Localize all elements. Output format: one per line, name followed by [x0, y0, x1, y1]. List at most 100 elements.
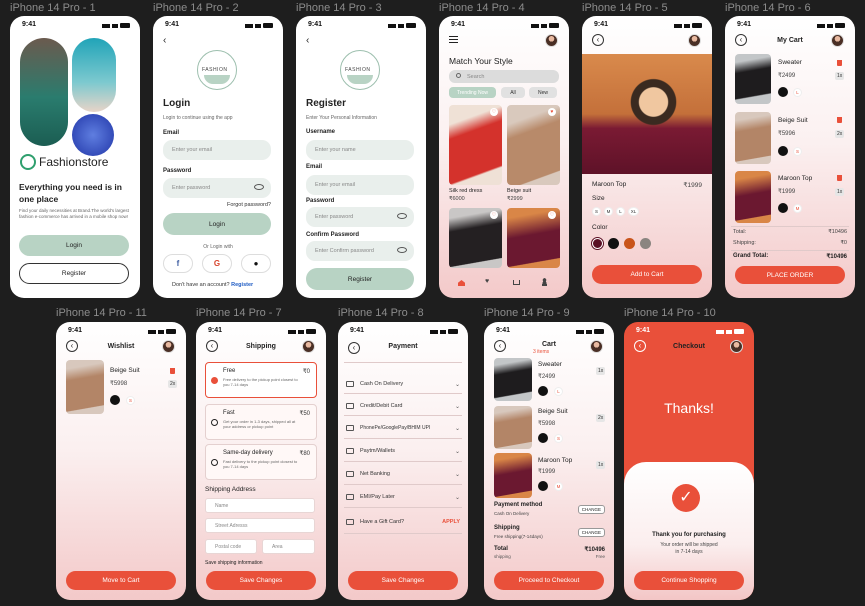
upi-icon	[346, 425, 354, 431]
avatar[interactable]	[302, 340, 315, 353]
profile-nav-icon[interactable]	[541, 278, 548, 286]
street-field[interactable]: Street Adresss	[205, 518, 315, 533]
radio-unselected[interactable]	[211, 419, 218, 426]
payment-option-card[interactable]: Credit/Debit Card ⌄	[346, 398, 460, 414]
back-chevron-icon[interactable]: ‹	[163, 35, 166, 46]
change-payment-button[interactable]: CHANGE	[577, 505, 605, 514]
avatar[interactable]	[590, 340, 603, 353]
size-label: Size	[592, 195, 605, 202]
eye-icon[interactable]	[397, 247, 407, 253]
radio-selected[interactable]	[211, 377, 218, 384]
password-field[interactable]: Enter password	[163, 178, 271, 198]
password-field[interactable]: Enter password	[306, 207, 414, 227]
login-submit-button[interactable]: Login	[163, 213, 271, 235]
eye-icon[interactable]	[397, 213, 407, 219]
cart-nav-icon[interactable]	[513, 280, 520, 285]
back-chevron-icon[interactable]: ‹	[306, 35, 309, 46]
apple-icon[interactable]: ●	[241, 254, 271, 273]
heart-icon[interactable]: ♥	[548, 108, 556, 116]
save-changes-button[interactable]: Save Changes	[206, 571, 316, 590]
google-icon[interactable]: G	[202, 254, 232, 273]
shipping-row: Shipping: ₹0	[733, 240, 847, 246]
change-shipping-button[interactable]: CHANGE	[577, 528, 605, 537]
avatar[interactable]	[831, 34, 844, 47]
radio-unselected[interactable]	[211, 459, 218, 466]
postal-code-field[interactable]: Postal code	[205, 539, 257, 554]
email-field[interactable]: Enter your email	[306, 175, 414, 195]
place-order-button[interactable]: PLACE ORDER	[735, 266, 845, 284]
payment-option-cod[interactable]: Cash On Delivery ⌄	[346, 376, 460, 392]
search-input[interactable]: Search	[449, 70, 559, 83]
payment-option-upi[interactable]: PhonePe/GooglePay/BHIM UPI ⌄	[346, 420, 460, 436]
cart-item-qty[interactable]: 1x	[835, 72, 845, 80]
delete-icon[interactable]	[837, 60, 842, 66]
apply-button[interactable]: APPLY	[442, 519, 460, 525]
login-button[interactable]: Login	[19, 235, 129, 256]
bank-icon	[346, 471, 354, 477]
facebook-icon[interactable]: f	[163, 254, 193, 273]
menu-icon[interactable]	[449, 36, 458, 43]
size-option[interactable]: L	[616, 207, 625, 216]
heart-icon[interactable]: ♡	[490, 108, 498, 116]
payment-option-netbanking[interactable]: Net Banking ⌄	[346, 466, 460, 482]
register-link[interactable]: Register	[231, 282, 253, 288]
brand-name: Fashionstore	[39, 155, 109, 169]
product-image-red-dress[interactable]	[449, 105, 502, 185]
avatar[interactable]	[162, 340, 175, 353]
size-option[interactable]: M	[604, 207, 613, 216]
wishlist-item-qty[interactable]: 2x	[168, 380, 178, 388]
cart-item-qty[interactable]: 2x	[835, 130, 845, 138]
avatar[interactable]	[545, 34, 558, 47]
shipping-option-fast[interactable]: Fast ₹50 Get your order in 1-3 days, shi…	[205, 404, 317, 440]
chip-new[interactable]: New	[529, 87, 557, 98]
color-swatch[interactable]	[591, 237, 604, 250]
heart-icon[interactable]: ♡	[548, 211, 556, 219]
cart-item-color	[538, 386, 548, 396]
add-to-cart-button[interactable]: Add to Cart	[592, 265, 702, 284]
payment-option-emi[interactable]: EMI/Pay Later ⌄	[346, 489, 460, 505]
chip-trending[interactable]: Trending Now	[449, 87, 496, 98]
forgot-password-link[interactable]: Forgot password?	[227, 202, 271, 208]
delete-icon[interactable]	[170, 368, 175, 374]
cart-item-qty[interactable]: 2x	[596, 414, 606, 422]
size-option[interactable]: S	[592, 207, 601, 216]
back-icon[interactable]: ‹	[592, 34, 604, 46]
total-value: ₹10496	[584, 547, 605, 553]
chip-all[interactable]: All	[501, 87, 525, 98]
frame-label-3: iPhone 14 Pro - 3	[296, 2, 382, 14]
heart-nav-icon[interactable]: ♥	[485, 278, 489, 285]
size-option[interactable]: XL	[628, 207, 639, 216]
cart-item-qty[interactable]: 1x	[835, 188, 845, 196]
gift-card-row[interactable]: Have a Gift Card? APPLY	[346, 514, 460, 530]
avatar[interactable]	[730, 340, 743, 353]
avatar[interactable]	[688, 34, 701, 47]
delete-icon[interactable]	[837, 175, 842, 181]
save-changes-button[interactable]: Save Changes	[348, 571, 458, 590]
delete-icon[interactable]	[837, 117, 842, 123]
cart-item-qty[interactable]: 1x	[596, 367, 606, 375]
email-field[interactable]: Enter your email	[163, 140, 271, 160]
area-field[interactable]: Area	[262, 539, 315, 554]
continue-shopping-button[interactable]: Continue Shopping	[634, 571, 744, 590]
eye-icon[interactable]	[254, 184, 264, 190]
color-swatch[interactable]	[640, 238, 651, 249]
shipping-option-free[interactable]: Free ₹0 Free delivery to the pickup poin…	[205, 362, 317, 398]
screen-onboarding: 9:41 Fashionstore Everything you need is…	[10, 16, 140, 298]
color-swatch[interactable]	[624, 238, 635, 249]
product-image-beige-suit[interactable]	[507, 105, 560, 185]
save-shipping-info[interactable]: Save shipping information	[205, 560, 263, 566]
register-submit-button[interactable]: Register	[306, 268, 414, 290]
confirm-password-field[interactable]: Enter Confirm password	[306, 241, 414, 261]
home-nav-icon[interactable]	[458, 280, 465, 286]
shipping-option-same-day[interactable]: Same-day delivery ₹80 Fast delivery to t…	[205, 444, 317, 480]
heart-icon[interactable]: ♡	[490, 211, 498, 219]
payment-option-wallet[interactable]: Paytm/Wallets ⌄	[346, 443, 460, 459]
register-button[interactable]: Register	[19, 263, 129, 284]
color-swatch[interactable]	[608, 238, 619, 249]
cart-item-qty[interactable]: 1x	[596, 461, 606, 469]
move-to-cart-button[interactable]: Move to Cart	[66, 571, 176, 590]
fashion-logo: FASHION	[340, 50, 380, 90]
proceed-to-checkout-button[interactable]: Proceed to Checkout	[494, 571, 604, 590]
name-field[interactable]: Name	[205, 498, 315, 513]
username-field[interactable]: Enter your name	[306, 140, 414, 160]
